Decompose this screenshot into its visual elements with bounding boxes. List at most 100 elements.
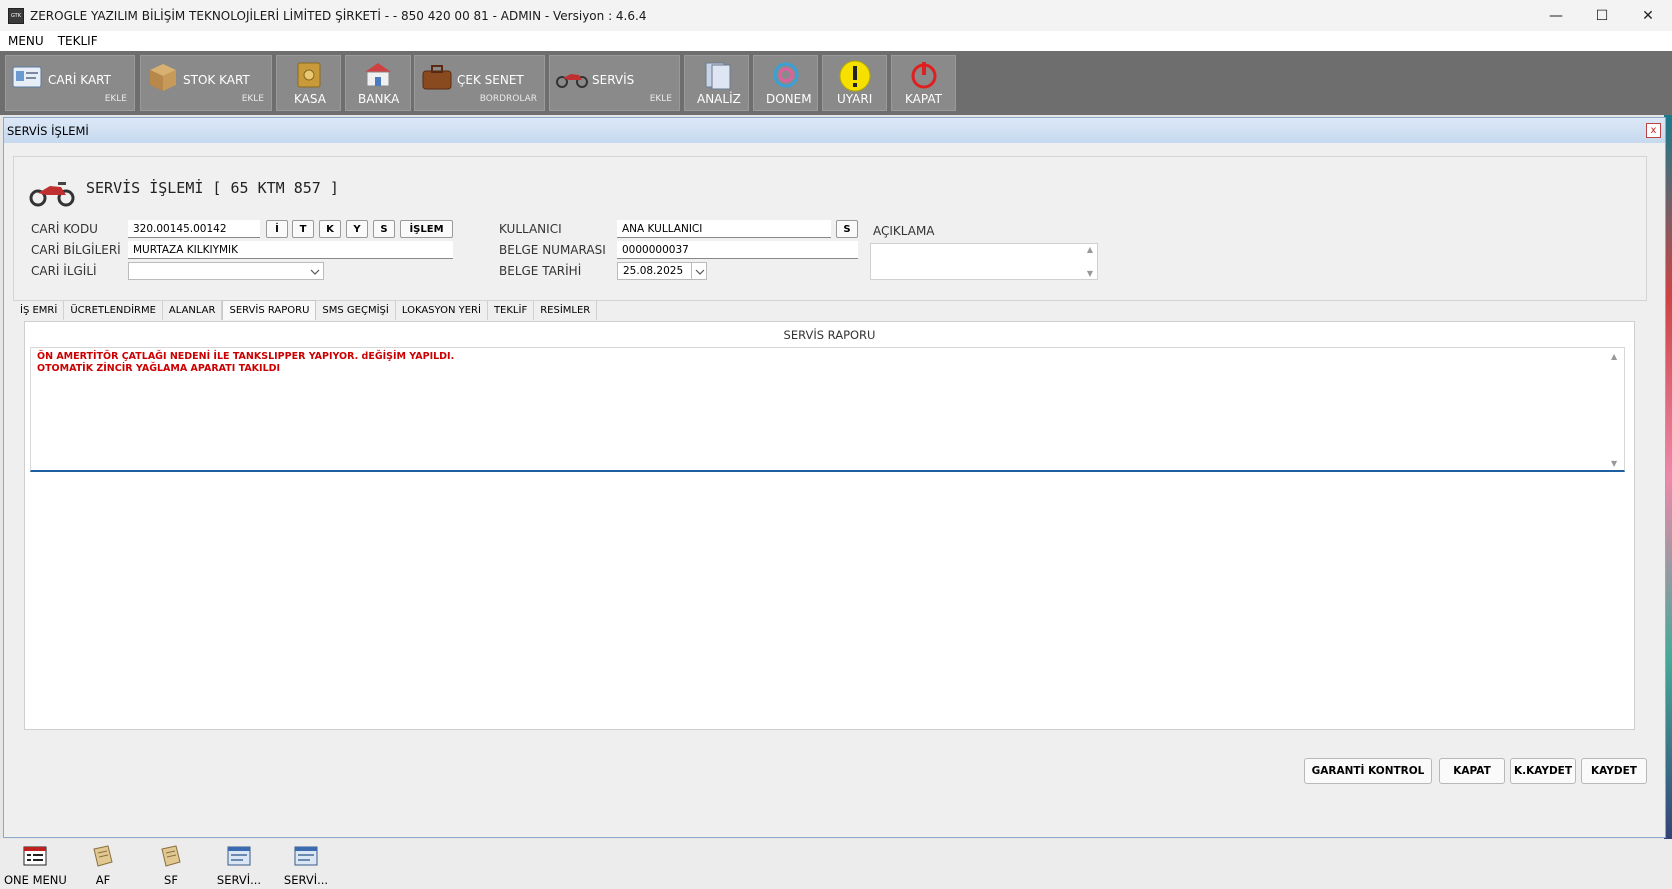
servis-sub: EKLE xyxy=(649,94,672,104)
taskbar-label: ONE MENU xyxy=(4,873,67,887)
taskbar-item-servis-1[interactable]: SERVİ... xyxy=(209,845,269,887)
garanti-kontrol-button[interactable]: GARANTİ KONTROL xyxy=(1304,758,1432,784)
kullanici-s-button[interactable]: S xyxy=(836,220,858,238)
cari-bilgileri-label: CARİ BİLGİLERİ xyxy=(31,243,121,257)
servis-raporu-panel: SERVİS RAPORU ÖN AMERTİTÖR ÇATLAĞI NEDEN… xyxy=(24,321,1635,730)
taskbar-label: SERVİ... xyxy=(216,873,262,887)
tab-teklif[interactable]: TEKLİF xyxy=(488,300,535,320)
cycle-icon xyxy=(773,62,799,88)
tab-lokasyon-yeri[interactable]: LOKASYON YERİ xyxy=(396,300,488,320)
power-icon xyxy=(911,62,937,89)
main-toolbar: CARİ KART EKLE STOK KART EKLE KASA BANKA xyxy=(0,51,1672,115)
scroll-down-icon[interactable]: ▼ xyxy=(1611,459,1617,468)
binder-icon xyxy=(705,62,731,90)
form-window-icon xyxy=(294,846,318,866)
date-picker-button[interactable] xyxy=(691,263,708,280)
taskbar-label: SERVİ... xyxy=(283,873,329,887)
tab-sms-gecmisi[interactable]: SMS GEÇMİŞİ xyxy=(316,300,396,320)
scroll-up-icon[interactable]: ▲ xyxy=(1611,352,1617,361)
minimize-button[interactable]: — xyxy=(1533,0,1579,31)
donem-label: DONEM xyxy=(766,92,812,106)
child-close-button[interactable]: x xyxy=(1646,123,1661,138)
bank-icon xyxy=(365,63,391,87)
cari-ilgili-select[interactable] xyxy=(128,262,324,280)
cari-islem-button[interactable]: İŞLEM xyxy=(400,220,453,238)
servis-islemi-window: SERVİS İŞLEMİ x SERVİS İŞLEMİ [ 65 KTM 8… xyxy=(3,117,1666,838)
chevron-down-icon xyxy=(310,269,320,275)
menu-bar: MENU TEKLIF xyxy=(0,31,1672,51)
report-scrollbar[interactable]: ▲ ▼ xyxy=(1608,348,1624,470)
tab-ucretlendirme[interactable]: ÜCRETLENDİRME xyxy=(64,300,163,320)
taskbar-item-one-menu[interactable]: ONE MENU xyxy=(4,845,67,887)
window-title: ZEROGLE YAZILIM BİLİŞİM TEKNOLOJİLERİ Lİ… xyxy=(30,8,647,23)
taskbar-item-af[interactable]: AF xyxy=(73,845,133,887)
aciklama-textarea[interactable]: ▲ ▼ xyxy=(870,243,1098,280)
stok-kart-label: STOK KART xyxy=(183,73,250,87)
report-header: SERVİS RAPORU xyxy=(783,328,876,342)
taskbar-label: SF xyxy=(164,873,178,887)
warning-icon xyxy=(839,60,871,92)
menu-item-menu[interactable]: MENU xyxy=(8,34,44,48)
tab-strip: İŞ EMRİ ÜCRETLENDİRME ALANLAR SERVİS RAP… xyxy=(14,300,598,320)
app-icon: GTK xyxy=(8,7,24,24)
cari-s-button[interactable]: S xyxy=(373,220,395,238)
chevron-down-icon xyxy=(695,269,705,275)
motorcycle-icon xyxy=(556,74,588,88)
uyari-button[interactable]: UYARI xyxy=(822,55,887,111)
tab-alanlar[interactable]: ALANLAR xyxy=(163,300,223,320)
window-titlebar: GTK ZEROGLE YAZILIM BİLİŞİM TEKNOLOJİLER… xyxy=(0,0,1672,31)
tab-is-emri[interactable]: İŞ EMRİ xyxy=(14,300,65,320)
servis-label: SERVİS xyxy=(592,73,635,87)
cari-t-button[interactable]: T xyxy=(292,220,314,238)
belge-numarasi-field[interactable]: 0000000037 xyxy=(617,241,858,259)
kapat-toolbar-button[interactable]: KAPAT xyxy=(891,55,956,111)
taskbar-item-sf[interactable]: SF xyxy=(141,845,201,887)
kasa-button[interactable]: KASA xyxy=(276,55,341,111)
close-window-button[interactable]: ✕ xyxy=(1625,0,1671,31)
cari-ilgili-label: CARİ İLGİLİ xyxy=(31,264,97,278)
uyari-label: UYARI xyxy=(837,92,873,106)
document-icon xyxy=(93,845,113,867)
cari-kart-sub: EKLE xyxy=(104,94,127,104)
belge-tarihi-label: BELGE TARİHİ xyxy=(499,264,582,278)
id-card-icon xyxy=(12,66,42,88)
child-window-title: SERVİS İŞLEMİ xyxy=(4,118,1665,143)
aciklama-label: AÇIKLAMA xyxy=(873,224,935,238)
banka-button[interactable]: BANKA xyxy=(345,55,411,111)
analiz-label: ANALİZ xyxy=(697,92,741,106)
kapat-button[interactable]: KAPAT xyxy=(1439,758,1505,784)
taskbar-item-servis-2[interactable]: SERVİ... xyxy=(276,845,336,887)
banka-label: BANKA xyxy=(358,92,400,106)
cari-bilgileri-field[interactable]: MURTAZA KILKIYMIK xyxy=(128,241,453,259)
report-line: ÖN AMERTİTÖR ÇATLAĞI NEDENİ İLE TANKSLIP… xyxy=(37,351,455,362)
scroll-down-icon[interactable]: ▼ xyxy=(1087,269,1093,278)
kullanici-label: KULLANICI xyxy=(499,222,562,236)
box-icon xyxy=(150,64,176,91)
report-textarea[interactable]: ÖN AMERTİTÖR ÇATLAĞI NEDENİ İLE TANKSLIP… xyxy=(30,347,1625,472)
kullanici-field[interactable]: ANA KULLANICI xyxy=(617,220,831,238)
cari-i-button[interactable]: İ xyxy=(266,220,288,238)
tab-resimler[interactable]: RESİMLER xyxy=(534,300,598,320)
cari-kodu-field[interactable]: 320.00145.00142 xyxy=(128,220,260,238)
scroll-up-icon[interactable]: ▲ xyxy=(1087,245,1093,254)
tab-servis-raporu[interactable]: SERVİS RAPORU xyxy=(222,300,317,320)
cari-k-button[interactable]: K xyxy=(319,220,341,238)
cek-senet-button[interactable]: ÇEK SENET BORDROLAR xyxy=(414,55,545,111)
cari-kodu-label: CARİ KODU xyxy=(31,222,98,236)
belge-numarasi-label: BELGE NUMARASI xyxy=(499,243,606,257)
donem-button[interactable]: DONEM xyxy=(753,55,818,111)
analiz-button[interactable]: ANALİZ xyxy=(684,55,749,111)
k-kaydet-button[interactable]: K.KAYDET xyxy=(1510,758,1576,784)
page-title: SERVİS İŞLEMİ [ 65 KTM 857 ] xyxy=(86,179,339,197)
servis-button[interactable]: SERVİS EKLE xyxy=(549,55,680,111)
cari-y-button[interactable]: Y xyxy=(346,220,368,238)
kaydet-button[interactable]: KAYDET xyxy=(1581,758,1647,784)
taskbar-label: AF xyxy=(95,873,111,887)
menu-item-teklif[interactable]: TEKLIF xyxy=(58,34,98,48)
header-panel: SERVİS İŞLEMİ [ 65 KTM 857 ] CARİ KODU 3… xyxy=(13,156,1647,301)
cari-kart-button[interactable]: CARİ KART EKLE xyxy=(5,55,135,111)
maximize-button[interactable]: ☐ xyxy=(1579,0,1625,31)
document-icon xyxy=(161,845,181,867)
safe-icon xyxy=(297,62,321,88)
stok-kart-button[interactable]: STOK KART EKLE xyxy=(140,55,272,111)
